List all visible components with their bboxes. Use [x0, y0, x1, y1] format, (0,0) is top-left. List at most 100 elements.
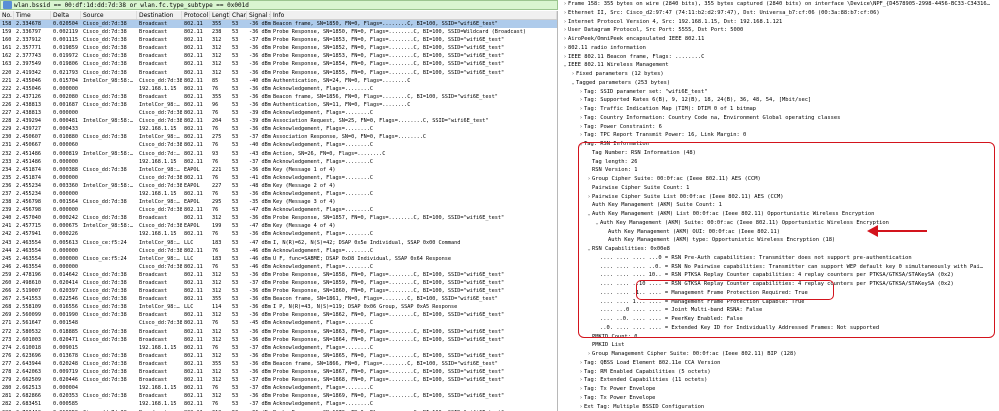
- detail-tree-item[interactable]: › Tag: Extended Capabilities (11 octets): [560, 376, 999, 385]
- detail-tree-item[interactable]: › Fixed parameters (12 bytes): [560, 70, 999, 79]
- packet-row[interactable]: 233 2.451486 0.000000 192.168.1.15 802.11 76 5…: [0, 158, 557, 166]
- detail-tree-item[interactable]: PMKID List: [560, 341, 999, 350]
- packet-cell-no: 278: [2, 369, 12, 376]
- packet-row[interactable]: 274 2.610018 0.009015 192.168.1.15 802.11 76 5…: [0, 344, 557, 352]
- packet-cell-chan: 53: [232, 271, 239, 278]
- packet-row[interactable]: 160 2.337912 0.001115 Cisco_dd:7d:38 Broadca…: [0, 36, 557, 44]
- packet-row[interactable]: 243 2.463554 0.005613 Cisco_ce:f5:24 IntelCo…: [0, 239, 557, 247]
- column-header-info[interactable]: Info: [271, 11, 557, 19]
- packet-row[interactable]: 235 2.451874 0.000000 Cisco_dd:7d:38 802.11 7…: [0, 174, 557, 182]
- column-header-destination[interactable]: Destination: [137, 11, 182, 19]
- packet-row[interactable]: 229 2.439727 0.000433 192.168.1.15 802.11 76 5…: [0, 125, 557, 133]
- packet-cell-no: 239: [2, 207, 12, 214]
- packet-row[interactable]: 223 2.437126 0.002080 Cisco_dd:7d:38 Broadca…: [0, 93, 557, 101]
- packet-row[interactable]: 232 2.451486 0.000819 IntelCor_98:58:… Cisco…: [0, 150, 557, 158]
- packet-row[interactable]: 230 2.450607 0.010880 Cisco_dd:7d:38 IntelCo…: [0, 133, 557, 141]
- detail-tree-item[interactable]: › Tag: RM Enabled Capabilities (5 octets): [560, 368, 999, 377]
- column-header-signal[interactable]: Signal stre: [247, 11, 271, 19]
- packet-row[interactable]: 276 2.623696 0.013678 Cisco_dd:7d:38 Broadca…: [0, 352, 557, 360]
- packet-row[interactable]: 236 2.455234 0.003360 IntelCor_98:58:… Cisco…: [0, 182, 557, 190]
- packet-row[interactable]: 259 2.478196 0.014642 Cisco_dd:7d:38 Broadca…: [0, 271, 557, 279]
- packet-row[interactable]: 260 2.498610 0.020414 Cisco_dd:7d:38 Broadca…: [0, 279, 557, 287]
- packet-row[interactable]: 220 2.419342 0.021793 Cisco_dd:7d:38 Broadca…: [0, 69, 557, 77]
- detail-tree-item[interactable]: › Tag: Tx Power Envelope: [560, 394, 999, 403]
- detail-tree-item[interactable]: › Tag: SSID parameter set: "wifi6E_test": [560, 88, 999, 97]
- packet-cell-sig: -36 dBm: [249, 369, 271, 376]
- detail-tree-item[interactable]: ⌄ Tagged parameters (253 bytes): [560, 79, 999, 88]
- packet-row[interactable]: 267 2.541553 0.022546 Cisco_dd:7d:38 Broadca…: [0, 295, 557, 303]
- detail-tree-item[interactable]: › Frame 158: 355 bytes on wire (2840 bits…: [560, 0, 999, 9]
- packet-row[interactable]: 246 2.463554 0.000000 Cisco_dd:7d:38 802.11 7…: [0, 263, 557, 271]
- detail-tree-item[interactable]: › Group Management Cipher Suite: 00:0f:ac…: [560, 350, 999, 359]
- packet-row[interactable]: 222 2.435046 0.000000 192.168.1.15 802.11 76 5…: [0, 85, 557, 93]
- packet-row[interactable]: 237 2.455234 0.000000 192.168.1.15 802.11 76 5…: [0, 190, 557, 198]
- packet-row[interactable]: 273 2.601003 0.020471 Cisco_dd:7d:38 Broadca…: [0, 336, 557, 344]
- column-header-source[interactable]: Source: [81, 11, 137, 19]
- packet-row[interactable]: 245 2.463554 0.000000 Cisco_ce:f5:24 IntelCo…: [0, 255, 557, 263]
- detail-tree-item[interactable]: › Tag: QBSS Load Element 802.11e CCA Vers…: [560, 359, 999, 368]
- packet-row[interactable]: 266 2.519007 0.020397 Cisco_dd:7d:38 Broadca…: [0, 287, 557, 295]
- detail-tree-item-label: Internet Protocol Version 4, Src: 192.16…: [568, 18, 783, 25]
- packet-row[interactable]: 240 2.457040 0.000242 Cisco_dd:7d:38 Broadca…: [0, 214, 557, 222]
- detail-tree-item[interactable]: › Tag: Country Information: Country Code …: [560, 114, 999, 123]
- column-header-channel[interactable]: Channel: [230, 11, 247, 19]
- detail-tree-item[interactable]: › IEEE 802.11 Beacon frame, Flags: ......…: [560, 53, 999, 62]
- detail-tree-item[interactable]: › Ethernet II, Src: Cisco_d2:97:47 (74:11…: [560, 9, 999, 18]
- packet-row[interactable]: 158 2.334678 0.020504 Cisco_dd:7d:38 Broadca…: [0, 20, 557, 29]
- packet-list-pane[interactable]: No. Time Delta Source Destination Protoc…: [0, 11, 558, 411]
- packet-row[interactable]: 221 2.435046 0.015704 IntelCor_98:58:… Cisco…: [0, 77, 557, 85]
- column-header-time[interactable]: Time: [14, 11, 51, 19]
- detail-tree-item[interactable]: › User Datagram Protocol, Src Port: 5555,…: [560, 26, 999, 35]
- packet-row[interactable]: 272 2.580532 0.018885 Cisco_dd:7d:38 Broadca…: [0, 328, 557, 336]
- packet-row[interactable]: 244 2.463554 0.000000 Cisco_dd:7d:38 802.11 7…: [0, 247, 557, 255]
- detail-tree-item[interactable]: › Internet Protocol Version 4, Src: 192.1…: [560, 18, 999, 27]
- packet-row[interactable]: 279 2.662509 0.020446 Cisco_dd:7d:38 Broadca…: [0, 376, 557, 384]
- detail-tree-item[interactable]: › Tag: Tx Power Envelope: [560, 385, 999, 394]
- packet-row[interactable]: 238 2.456798 0.001564 Cisco_dd:7d:38 IntelCo…: [0, 198, 557, 206]
- packet-cell-chan: 53: [232, 61, 239, 68]
- packet-row[interactable]: 282 2.683451 0.000585 192.168.1.15 802.11 76 5…: [0, 400, 557, 408]
- packet-cell-len: 312: [212, 61, 222, 68]
- packet-cell-no: 269: [2, 312, 12, 319]
- packet-cell-info: Acknowledgement, Flags=........C: [273, 207, 373, 214]
- detail-tree-item[interactable]: ⌄ IEEE 802.11 Wireless Management: [560, 61, 999, 70]
- packet-row[interactable]: 241 2.457715 0.000675 IntelCor_98:58:… Cisco…: [0, 222, 557, 230]
- packet-row[interactable]: 234 2.451874 0.000388 Cisco_dd:7d:38 IntelCo…: [0, 166, 557, 174]
- column-header-delta[interactable]: Delta: [51, 11, 81, 19]
- detail-tree-item[interactable]: › Tag: Power Constraint: 6: [560, 123, 999, 132]
- packet-row[interactable]: 162 2.377743 0.019972 Cisco_dd:7d:38 Broadca…: [0, 52, 557, 60]
- packet-row[interactable]: 159 2.336797 0.002119 Cisco_dd:7d:38 Broadca…: [0, 28, 557, 36]
- packet-cell-info: Key (Message 1 of 4): [273, 166, 336, 173]
- packet-cell-dst: IntelCor_98:…: [139, 199, 180, 206]
- column-header-no[interactable]: No.: [0, 11, 14, 19]
- packet-row[interactable]: 226 2.438813 0.001687 Cisco_dd:7d:38 IntelCo…: [0, 101, 557, 109]
- column-header-protocol[interactable]: Protocol: [182, 11, 210, 19]
- packet-row[interactable]: 278 2.642063 0.009719 Cisco_dd:7d:38 Broadca…: [0, 368, 557, 376]
- detail-tree-item[interactable]: › Ext Tag: Multiple BSSID Configuration: [560, 403, 999, 411]
- detail-tree-item[interactable]: › 802.11 radio information: [560, 44, 999, 53]
- packet-cell-dst: Cisco_dd:7d:38: [139, 174, 182, 181]
- packet-row[interactable]: 268 2.558109 0.016556 Cisco_dd:7d:38 IntelCo…: [0, 303, 557, 311]
- packet-row[interactable]: 227 2.438813 0.000000 Cisco_dd:7d:38 802.11 7…: [0, 109, 557, 117]
- packet-row[interactable]: 281 2.682866 0.020353 Cisco_dd:7d:38 Broadca…: [0, 392, 557, 400]
- packet-row[interactable]: 231 2.450667 0.000060 Cisco_dd:7d:38 802.11 7…: [0, 141, 557, 149]
- detail-tree-item[interactable]: › AiroPeek/OmniPeek encapsulated IEEE 802…: [560, 35, 999, 44]
- display-filter-input[interactable]: [14, 1, 557, 9]
- column-header-length[interactable]: Length: [210, 11, 230, 19]
- packet-row[interactable]: 239 2.456798 0.000000 Cisco_dd:7d:38 802.11 7…: [0, 206, 557, 214]
- packet-cell-time: 2.601003: [16, 336, 41, 343]
- detail-tree-item[interactable]: › Tag: TPC Report Transmit Power: 16, Lin…: [560, 131, 999, 140]
- packet-row[interactable]: 271 2.561647 0.001548 Cisco_dd:7d:38 802.11 7…: [0, 319, 557, 327]
- packet-cell-src: Cisco_dd:7d:38: [83, 134, 127, 141]
- detail-tree-item[interactable]: › Tag: Traffic Indication Map (TIM): DTIM…: [560, 105, 999, 114]
- packet-row[interactable]: 163 2.397549 0.019806 Cisco_dd:7d:38 Broadca…: [0, 60, 557, 68]
- packet-cell-delta: 0.016556: [53, 304, 78, 311]
- packet-row[interactable]: 269 2.560099 0.001990 Cisco_dd:7d:38 Broadca…: [0, 311, 557, 319]
- bookmark-filter-icon[interactable]: [3, 1, 12, 9]
- packet-row[interactable]: 280 2.662513 0.000004 192.168.1.15 802.11 76 5…: [0, 384, 557, 392]
- packet-row[interactable]: 242 2.457941 0.000226 192.168.1.15 802.11 76 5…: [0, 230, 557, 238]
- packet-row[interactable]: 277 2.643944 0.020248 Cisco_dd:7d:38 Broadca…: [0, 360, 557, 368]
- packet-row[interactable]: 228 2.439294 0.000481 IntelCor_98:58:… Cisco…: [0, 117, 557, 125]
- packet-row[interactable]: 161 2.357771 0.019859 Cisco_dd:7d:38 Broadca…: [0, 44, 557, 52]
- detail-tree-item[interactable]: › Tag: Supported Rates 6(B), 9, 12(B), 18…: [560, 96, 999, 105]
